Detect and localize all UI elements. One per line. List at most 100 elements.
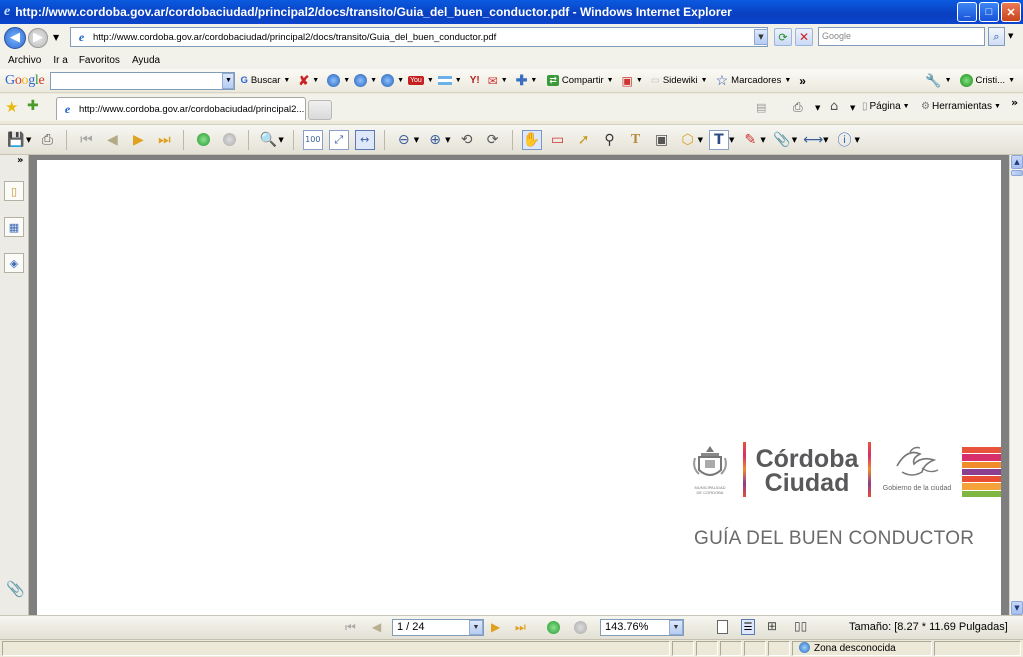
home-icon[interactable]: ⌂: [830, 99, 838, 114]
back-button[interactable]: ◀: [4, 26, 26, 49]
google-search-button[interactable]: G Buscar ▼: [240, 75, 290, 86]
nav-last-icon[interactable]: ⏭: [515, 620, 526, 635]
plus-icon[interactable]: ✚ ▼: [516, 72, 538, 89]
google-dropdown-icon[interactable]: ▼: [222, 72, 235, 89]
menu-ir-a[interactable]: Ir a: [53, 55, 67, 66]
scroll-thumb[interactable]: [1011, 170, 1023, 176]
chevron-more-icon[interactable]: »: [1011, 96, 1018, 109]
zoom-in-icon[interactable]: ⊕: [425, 130, 445, 150]
search-options-icon[interactable]: ▼: [1008, 32, 1013, 40]
search-input[interactable]: Google: [818, 27, 985, 46]
search-icon[interactable]: ⌕: [988, 27, 1005, 46]
yahoo-icon[interactable]: Y!: [470, 75, 480, 86]
continuous-facing-icon[interactable]: ▯▯: [794, 619, 807, 633]
attachments-panel-icon[interactable]: 📎: [6, 580, 25, 598]
refresh-icon[interactable]: ⟳: [774, 28, 792, 46]
last-page-icon[interactable]: ⏭: [154, 130, 174, 150]
translate-icon[interactable]: ▣ ▼: [622, 74, 643, 88]
next-page-icon[interactable]: ▶: [128, 130, 148, 150]
user-button[interactable]: Cristi... ▼: [959, 74, 1015, 87]
text-select-icon[interactable]: T: [626, 130, 646, 150]
minimize-button[interactable]: _: [957, 2, 977, 22]
globe-icon-2[interactable]: ▼: [354, 74, 377, 87]
nav-first-icon[interactable]: ⏮: [345, 620, 356, 635]
note-icon[interactable]: ✎: [740, 130, 760, 150]
youtube-icon[interactable]: You ▼: [408, 76, 434, 85]
layers-panel-icon[interactable]: ◈: [4, 253, 24, 273]
go-forward-icon[interactable]: [219, 130, 239, 150]
google-search-input[interactable]: [50, 71, 236, 90]
zoom-dropdown-icon[interactable]: ▼: [669, 620, 683, 635]
find-icon[interactable]: ⚲: [600, 130, 620, 150]
nav-next-icon[interactable]: ▶: [491, 620, 500, 634]
globe-icon-1[interactable]: ▼: [327, 74, 350, 87]
info-icon[interactable]: ⓘ: [835, 130, 855, 150]
address-dropdown-icon[interactable]: ▼: [754, 29, 768, 45]
tab-active[interactable]: e http://www.cordoba.gov.ar/cordobaciuda…: [56, 97, 306, 120]
vertical-scrollbar[interactable]: ▲ ▼: [1009, 155, 1023, 615]
logo-left-stripe: [743, 442, 746, 497]
nav-forward-icon[interactable]: [574, 621, 587, 637]
bookmarks-panel-icon[interactable]: ▯: [4, 181, 24, 201]
sidewiki-button[interactable]: ▭ Sidewiki ▼: [651, 75, 708, 86]
menu-favoritos[interactable]: Favoritos: [79, 55, 120, 66]
measure-icon[interactable]: ⟷: [803, 130, 823, 150]
go-back-icon[interactable]: [193, 130, 213, 150]
share-button[interactable]: ⇄ Compartir ▼: [547, 75, 614, 86]
address-bar[interactable]: e http://www.cordoba.gov.ar/cordobaciuda…: [70, 27, 768, 47]
zoom-tool-icon[interactable]: 🔍: [258, 130, 278, 150]
prev-page-icon[interactable]: ◀: [102, 130, 122, 150]
wrench-icon[interactable]: 🔧 ▼: [925, 73, 951, 89]
typewriter-icon[interactable]: T: [708, 129, 729, 150]
history-dropdown-icon[interactable]: ▼: [53, 33, 59, 42]
rotate-cw-icon[interactable]: ⟳: [483, 130, 503, 150]
stop-icon[interactable]: ✕: [795, 28, 813, 46]
print-pdf-icon[interactable]: ⎙: [37, 130, 57, 150]
fit-width-icon[interactable]: ↔: [354, 129, 375, 150]
hand-tool-icon[interactable]: ✋: [521, 129, 542, 150]
tag-icon[interactable]: ✉ ▼: [488, 74, 508, 88]
scroll-up-icon[interactable]: ▲: [1011, 155, 1023, 169]
thumbnails-panel-icon[interactable]: ▦: [4, 217, 24, 237]
continuous-icon[interactable]: ☰: [741, 619, 755, 635]
rotate-ccw-icon[interactable]: ⟲: [457, 130, 477, 150]
nav-back-icon[interactable]: [547, 621, 560, 637]
menu-ayuda[interactable]: Ayuda: [132, 55, 160, 66]
shape-icon[interactable]: ⬡: [678, 130, 698, 150]
save-icon[interactable]: 💾: [6, 130, 26, 150]
flag-icon[interactable]: ▼: [437, 76, 462, 85]
scroll-down-icon[interactable]: ▼: [1011, 601, 1023, 615]
first-page-icon[interactable]: ⏮: [76, 130, 96, 150]
select-arrow-icon[interactable]: ➚: [574, 130, 594, 150]
document-area[interactable]: MUNICIPALIDAD DE CORDOBA Córdoba Ciudad …: [29, 155, 1009, 615]
zoom-out-icon[interactable]: ⊖: [394, 130, 414, 150]
panel-expand-icon[interactable]: »: [17, 155, 23, 166]
snapshot-icon[interactable]: ▭: [548, 130, 568, 150]
print-dropdown-icon[interactable]: ▼: [815, 104, 820, 112]
zone-cell[interactable]: Zona desconocida: [792, 641, 932, 656]
add-favorite-icon[interactable]: ✚: [27, 98, 39, 114]
more-button[interactable]: »: [799, 74, 806, 88]
globe-icon-3[interactable]: ▼: [381, 74, 404, 87]
menu-archivo[interactable]: Archivo: [8, 55, 41, 66]
page-dropdown-icon[interactable]: ▼: [469, 620, 483, 635]
home-dropdown-icon[interactable]: ▼: [850, 104, 855, 112]
favorites-star-icon[interactable]: ★: [5, 98, 18, 116]
close-button[interactable]: ✕: [1001, 2, 1021, 22]
feeds-icon[interactable]: ▤: [756, 101, 766, 114]
new-tab-button[interactable]: [308, 100, 332, 120]
nav-prev-icon[interactable]: ◀: [372, 620, 381, 634]
attach-icon[interactable]: 📎: [772, 130, 792, 150]
page-menu[interactable]: ▯ Página ▼: [862, 101, 910, 112]
image-select-icon[interactable]: ▣: [652, 130, 672, 150]
highlight-icon[interactable]: ✘ ▼: [298, 73, 319, 89]
fit-page-icon[interactable]: ⤢: [328, 129, 349, 150]
tools-menu[interactable]: ⚙ Herramientas ▼: [921, 101, 1001, 112]
actual-size-icon[interactable]: 100: [302, 129, 323, 150]
maximize-button[interactable]: □: [979, 2, 999, 22]
forward-button[interactable]: ▶: [28, 27, 48, 48]
bookmarks-button[interactable]: ☆ Marcadores ▼: [716, 72, 792, 89]
single-page-icon[interactable]: [717, 620, 728, 634]
print-icon[interactable]: ⎙: [793, 100, 803, 115]
facing-icon[interactable]: ⊞: [767, 619, 777, 633]
